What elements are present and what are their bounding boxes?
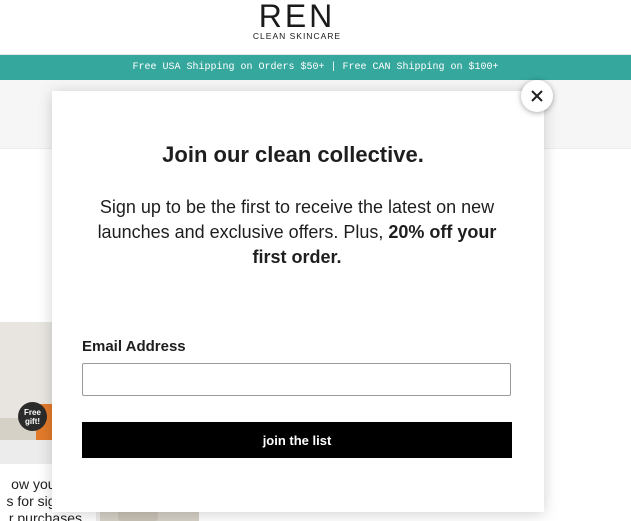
logo-tagline: CLEAN SKINCARE [252,31,342,41]
modal-body: Sign up to be the first to receive the l… [85,195,509,270]
site-header: REN CLEAN SKINCARE [0,0,631,55]
ren-logo[interactable]: REN CLEAN SKINCARE [251,0,343,41]
logo-wordmark: REN [258,0,336,34]
email-label: Email Address [82,338,186,355]
modal-title: Join our clean collective. [162,142,424,167]
promo-banner[interactable]: Free USA Shipping on Orders $50+ | Free … [0,55,631,80]
free-gift-badge[interactable]: Free gift! [18,402,47,431]
close-icon [531,90,543,102]
join-list-button[interactable]: join the list [82,422,512,458]
email-input[interactable] [82,363,511,396]
modal-close-button[interactable] [521,80,553,112]
